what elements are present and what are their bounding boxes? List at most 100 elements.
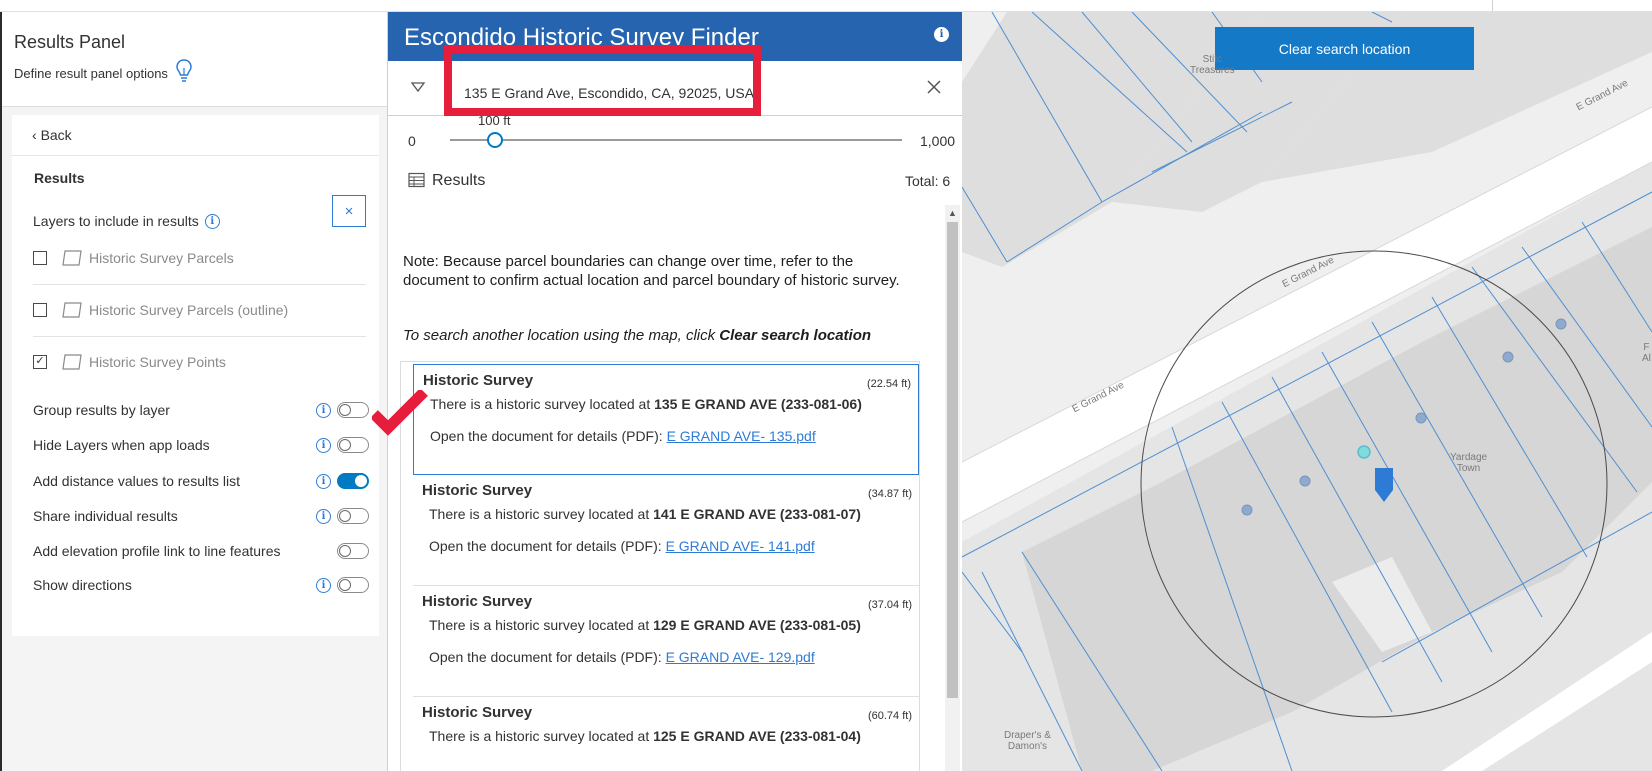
config-header: Results Panel Define result panel option… — [2, 12, 387, 107]
poi-label: Stitc Treasures — [1190, 54, 1235, 76]
toggle-switch[interactable] — [337, 437, 369, 453]
result-doc-prefix: Open the document for details (PDF): — [429, 538, 666, 554]
tip-bold: Clear search location — [719, 327, 872, 344]
top-divider — [1492, 0, 1493, 11]
result-document: Open the document for details (PDF): E G… — [429, 538, 815, 554]
result-item[interactable]: Historic Survey (34.87 ft) There is a hi… — [413, 475, 919, 586]
map-canvas[interactable] — [962, 12, 1652, 771]
toggle-switch[interactable] — [337, 577, 369, 593]
section-title: Results — [34, 170, 85, 186]
app-panel: Escondido Historic Survey Finder i 135 E… — [387, 12, 963, 771]
toggle-switch-on[interactable] — [337, 473, 369, 489]
back-label: Back — [40, 127, 72, 143]
pdf-link[interactable]: E GRAND AVE- 135.pdf — [667, 428, 816, 444]
result-address: 141 E GRAND AVE (233-081-07) — [653, 506, 861, 522]
option-label: Add distance values to results list — [33, 473, 240, 489]
result-distance: (22.54 ft) — [866, 378, 911, 390]
results-total: Total: 6 — [905, 173, 951, 189]
info-icon[interactable]: i — [316, 508, 331, 524]
result-distance: (37.04 ft) — [867, 599, 912, 611]
layer-row[interactable]: ✓ Historic Survey Points — [33, 342, 226, 382]
option-elevation-profile: Add elevation profile link to line featu… — [33, 539, 369, 563]
polygon-icon — [62, 302, 82, 318]
option-label: Hide Layers when app loads — [33, 437, 210, 453]
result-location: There is a historic survey located at 12… — [429, 728, 861, 744]
tip-text: To search another location using the map… — [403, 327, 720, 344]
result-item[interactable]: Historic Survey (60.74 ft) There is a hi… — [413, 697, 919, 771]
info-icon[interactable]: i — [316, 437, 331, 453]
result-document: Open the document for details (PDF): E G… — [430, 428, 816, 444]
scroll-up-arrow-icon[interactable]: ▲ — [945, 206, 960, 220]
result-doc-prefix: Open the document for details (PDF): — [430, 428, 667, 444]
result-item-selected[interactable]: Historic Survey (22.54 ft) There is a hi… — [413, 364, 919, 475]
table-icon — [408, 172, 425, 188]
result-distance: (34.87 ft) — [867, 488, 912, 500]
results-heading: Results — [432, 172, 486, 189]
close-icon[interactable] — [924, 77, 944, 97]
layers-label-text: Layers to include in results — [33, 213, 199, 229]
chevron-left-icon: ‹ — [32, 127, 41, 143]
info-icon[interactable]: i — [316, 402, 331, 418]
result-item[interactable]: Historic Survey (37.04 ft) There is a hi… — [413, 586, 919, 697]
divider — [33, 284, 366, 285]
annotation-highlight-box — [444, 45, 761, 116]
clear-search-location-button[interactable]: Clear search location — [1215, 27, 1474, 70]
result-title: Historic Survey — [422, 704, 533, 721]
info-icon[interactable]: i — [204, 213, 220, 229]
result-address: 129 E GRAND AVE (233-081-05) — [653, 617, 861, 633]
clear-layers-button[interactable]: × — [332, 195, 366, 227]
info-icon[interactable]: i — [934, 27, 949, 42]
divider — [33, 336, 366, 337]
toggle-switch[interactable] — [337, 402, 369, 418]
option-share-results: Share individual results i — [33, 504, 369, 528]
option-label: Group results by layer — [33, 402, 170, 418]
layer-checkbox[interactable] — [33, 251, 47, 265]
result-location: There is a historic survey located at 14… — [429, 506, 861, 522]
result-title: Historic Survey — [423, 372, 534, 389]
layer-name: Historic Survey Points — [89, 354, 226, 370]
caret-down-icon[interactable] — [408, 77, 428, 97]
pdf-link[interactable]: E GRAND AVE- 141.pdf — [666, 538, 815, 554]
polygon-icon — [62, 354, 82, 370]
toggle-switch[interactable] — [337, 543, 369, 559]
layer-checkbox-checked[interactable]: ✓ — [33, 355, 47, 369]
layer-row[interactable]: Historic Survey Parcels — [33, 238, 234, 278]
toggle-switch[interactable] — [337, 508, 369, 524]
polygon-icon — [62, 250, 82, 266]
lightbulb-icon[interactable] — [174, 58, 194, 84]
slider-max-label: 1,000 — [920, 133, 956, 149]
layer-row[interactable]: Historic Survey Parcels (outline) — [33, 290, 288, 330]
divider — [12, 155, 379, 156]
layers-label: Layers to include in results i — [33, 213, 220, 229]
map-view[interactable]: Clear search location E Grand Ave E Gran… — [962, 12, 1652, 771]
results-config-card: ‹ Back Results Layers to include in resu… — [12, 115, 379, 636]
result-doc-prefix: Open the document for details (PDF): — [429, 649, 666, 665]
config-title: Results Panel — [14, 32, 126, 52]
buffer-slider-track[interactable] — [450, 139, 902, 141]
top-strip — [0, 0, 1652, 12]
poi-label: Yardage Town — [1450, 452, 1488, 474]
poi-label: F Al — [1642, 342, 1651, 364]
option-group-by-layer: Group results by layer i — [33, 398, 369, 422]
layer-checkbox[interactable] — [33, 303, 47, 317]
result-prefix: There is a historic survey located at — [429, 728, 654, 744]
buffer-slider-handle[interactable] — [487, 132, 503, 148]
option-label: Add elevation profile link to line featu… — [33, 543, 281, 559]
option-show-directions: Show directions i — [33, 573, 369, 597]
pdf-link[interactable]: E GRAND AVE- 129.pdf — [666, 649, 815, 665]
option-label: Show directions — [33, 577, 132, 593]
slider-min-label: 0 — [408, 133, 416, 149]
result-prefix: There is a historic survey located at — [430, 396, 655, 412]
slider-value-label: 100 ft — [478, 113, 511, 126]
result-distance: (60.74 ft) — [867, 710, 912, 722]
annotation-checkmark-icon — [372, 390, 428, 436]
result-prefix: There is a historic survey located at — [429, 617, 654, 633]
info-icon[interactable]: i — [316, 577, 331, 593]
result-address: 125 E GRAND AVE (233-081-04) — [653, 728, 861, 744]
back-link[interactable]: ‹ Back — [32, 127, 72, 143]
result-location: There is a historic survey located at 13… — [430, 396, 862, 412]
option-hide-layers: Hide Layers when app loads i — [33, 433, 369, 457]
info-icon[interactable]: i — [316, 473, 331, 489]
scrollbar-thumb[interactable] — [947, 222, 958, 698]
layer-name: Historic Survey Parcels — [89, 250, 234, 266]
